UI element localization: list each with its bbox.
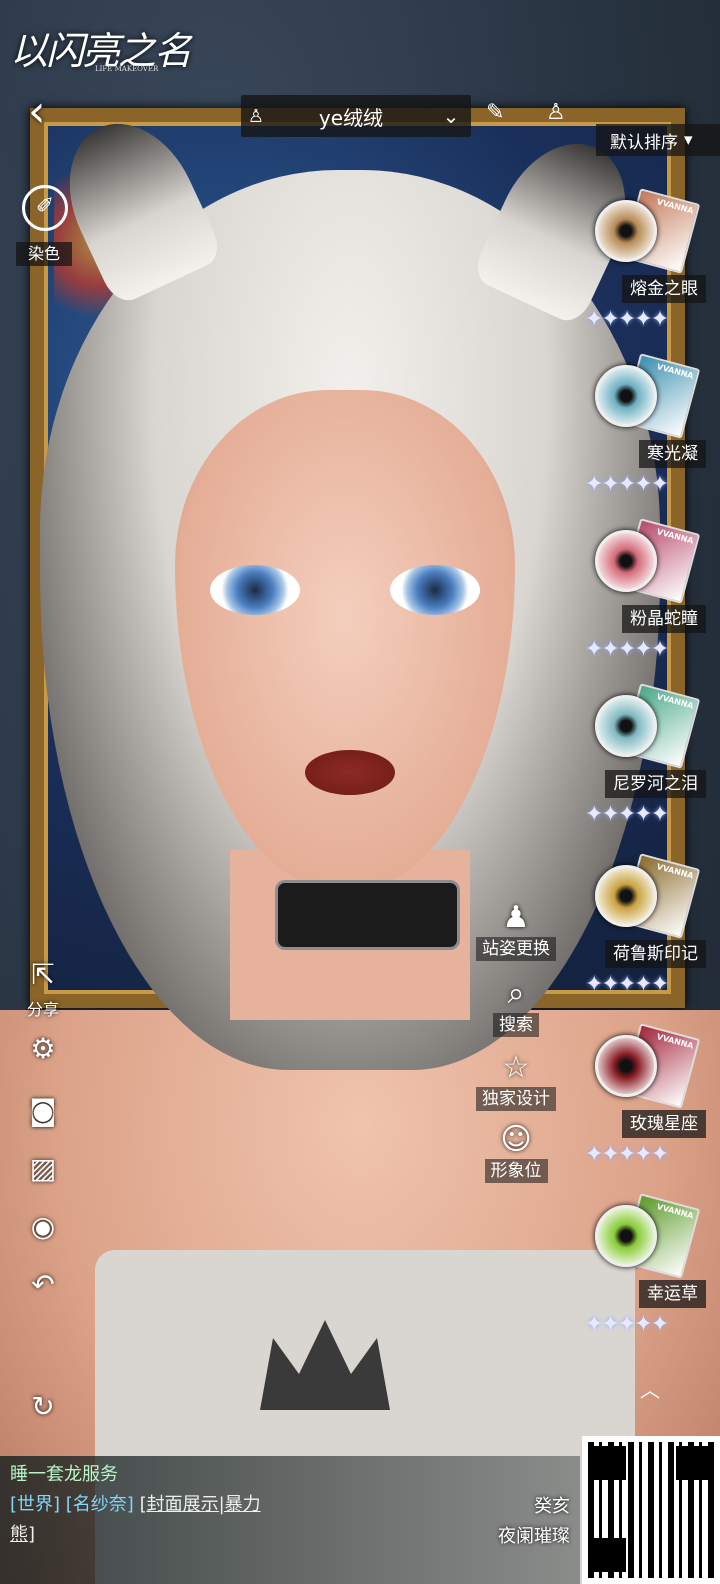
gallery-button[interactable]: ▨	[20, 1152, 66, 1185]
eye-name: 尼罗河之泪	[605, 770, 706, 798]
collar	[275, 880, 460, 950]
exclusive-design-label: 独家设计	[476, 1087, 556, 1111]
back-button[interactable]: ‹	[28, 90, 70, 136]
pose-change-label: 站姿更换	[476, 937, 556, 961]
hide-ui-button[interactable]: ◉	[20, 1210, 66, 1243]
undo-icon: ↶	[31, 1268, 55, 1301]
right-eye	[390, 565, 480, 615]
caret-down-icon: ▾	[684, 130, 693, 150]
star-outline-icon: ☆	[502, 1050, 530, 1085]
rotate-icon: ↻	[31, 1390, 55, 1423]
rating-stars: ✦✦✦✦✦	[585, 472, 669, 497]
chat-link-cont[interactable]: 熊]	[10, 1520, 570, 1550]
rating-stars: ✦✦✦✦✦	[585, 802, 669, 827]
back-arrow-icon: ‹	[28, 86, 46, 137]
undo-button[interactable]: ↶	[20, 1268, 66, 1301]
eye-name: 粉晶蛇瞳	[622, 605, 706, 633]
eye-item[interactable]: VVANNA 幸运草 ✦✦✦✦✦	[585, 1193, 720, 1370]
left-eye	[210, 565, 300, 615]
portrait-icon: ☺	[500, 1122, 532, 1157]
eye-name: 寒光凝	[639, 440, 706, 468]
chat-panel[interactable]: 睡一套龙服务 [世界] [名纱奈] [封面展示|暴力 熊]	[0, 1456, 580, 1584]
eye-icon: ◉	[30, 1210, 56, 1243]
qr-code-pattern	[588, 1442, 714, 1578]
eye-swatch	[595, 865, 657, 927]
reset-button[interactable]: ↻	[20, 1390, 66, 1423]
camera-icon: ◙	[29, 1094, 57, 1127]
image-slot-label: 形象位	[484, 1159, 548, 1183]
sort-dropdown[interactable]: 默认排序 ▾	[596, 124, 720, 156]
image-slot-button[interactable]: ☺ 形象位	[466, 1122, 566, 1183]
eye-swatch	[595, 200, 657, 262]
chat-name-1: 癸亥	[534, 1496, 570, 1517]
share-label: 分享	[26, 1000, 59, 1019]
rating-stars: ✦✦✦✦✦	[585, 972, 669, 997]
eye-item[interactable]: VVANNA 熔金之眼 ✦✦✦✦✦	[585, 188, 720, 365]
rating-stars: ✦✦✦✦✦	[585, 1312, 669, 1337]
search-button[interactable]: ⌕ 搜索	[466, 976, 566, 1037]
lips	[305, 750, 395, 795]
chat-user[interactable]: [名纱奈]	[66, 1494, 134, 1515]
profile-name: ye绒绒	[318, 105, 384, 130]
person-icon: ♟	[502, 900, 530, 935]
eye-swatch	[595, 1205, 657, 1267]
dress-icon: ♙	[546, 100, 566, 125]
pen-icon: ✎	[486, 100, 505, 125]
rating-stars: ✦✦✦✦✦	[585, 307, 669, 332]
rating-stars: ✦✦✦✦✦	[585, 1142, 669, 1167]
share-button[interactable]: ⇱	[20, 958, 66, 991]
dress-icon: ♙	[247, 105, 265, 127]
settings-button[interactable]: ⚙	[20, 1032, 66, 1065]
chat-link[interactable]: [封面展示|暴力	[140, 1494, 261, 1515]
eye-item[interactable]: VVANNA 粉晶蛇瞳 ✦✦✦✦✦	[585, 518, 720, 695]
profile-selector[interactable]: ♙ ye绒绒 ⌄	[241, 95, 471, 137]
image-icon: ▨	[29, 1152, 57, 1185]
dye-button[interactable]: ✐	[22, 185, 68, 231]
search-label: 搜索	[493, 1013, 539, 1037]
palette-icon: ✐	[35, 194, 55, 219]
eye-swatch	[595, 695, 657, 757]
eye-swatch	[595, 365, 657, 427]
camera-button[interactable]: ◙	[20, 1094, 66, 1127]
exclusive-design-button[interactable]: ☆ 独家设计	[466, 1050, 566, 1111]
chat-message-1: 睡一套龙服务	[10, 1464, 118, 1485]
game-logo-subtitle: LIFE MAKEOVER	[95, 65, 159, 73]
eye-name: 荷鲁斯印记	[605, 940, 706, 968]
chat-channel[interactable]: [世界]	[10, 1494, 60, 1515]
share-icon: ⇱	[31, 958, 55, 991]
eye-item[interactable]: VVANNA 尼罗河之泪 ✦✦✦✦✦	[585, 683, 720, 860]
search-icon: ⌕	[507, 976, 525, 1011]
chat-names: 癸亥 夜阑璀璨	[498, 1492, 570, 1552]
eye-item[interactable]: VVANNA 寒光凝 ✦✦✦✦✦	[585, 353, 720, 530]
eye-item[interactable]: VVANNA 玫瑰星座 ✦✦✦✦✦	[585, 1023, 720, 1200]
chat-name-2: 夜阑璀璨	[498, 1526, 570, 1547]
gear-icon: ⚙	[30, 1032, 56, 1065]
chat-message-2: [世界] [名纱奈] [封面展示|暴力	[10, 1490, 570, 1520]
eye-item[interactable]: VVANNA 荷鲁斯印记 ✦✦✦✦✦	[585, 853, 720, 1030]
eye-name: 玫瑰星座	[622, 1110, 706, 1138]
outfit-button[interactable]: ♙	[546, 100, 566, 125]
eye-name: 熔金之眼	[622, 275, 706, 303]
sort-label: 默认排序	[610, 132, 678, 153]
eye-swatch	[595, 530, 657, 592]
edit-button[interactable]: ✎	[486, 100, 504, 125]
double-chevron-down-icon[interactable]: ⌄	[431, 104, 471, 128]
eye-swatch	[595, 1035, 657, 1097]
qr-code	[582, 1436, 720, 1584]
caret-up-icon[interactable]: ︿	[640, 1374, 660, 1403]
dye-label: 染色	[16, 242, 72, 266]
rating-stars: ✦✦✦✦✦	[585, 637, 669, 662]
eye-name: 幸运草	[639, 1280, 706, 1308]
pose-change-button[interactable]: ♟ 站姿更换	[466, 900, 566, 961]
